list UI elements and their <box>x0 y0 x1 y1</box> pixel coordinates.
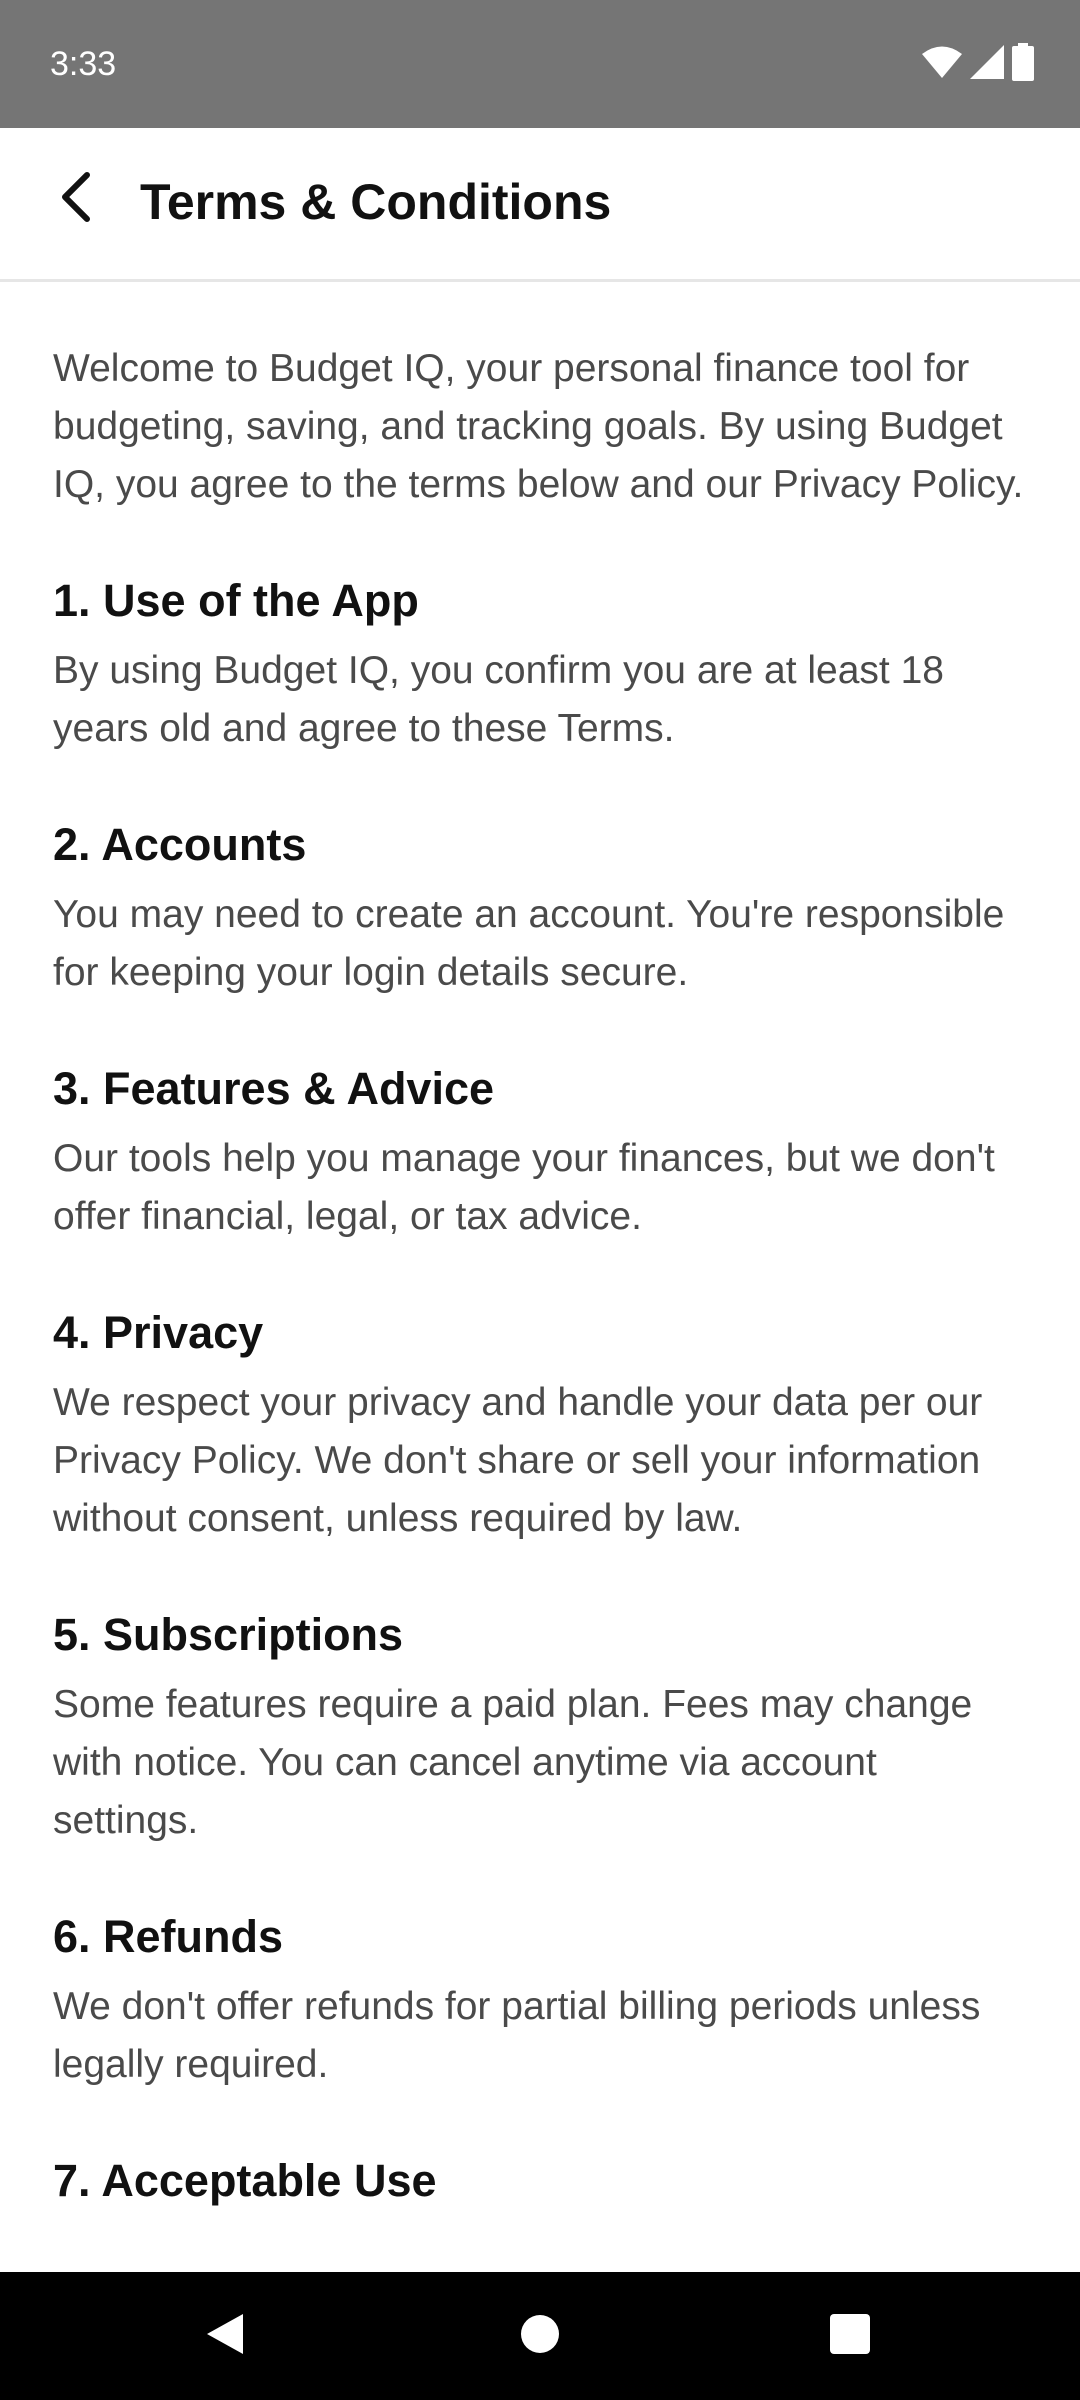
section-use-of-app: 1. Use of the App By using Budget IQ, yo… <box>53 572 1028 758</box>
nav-back-icon <box>205 2312 245 2361</box>
section-title: 6. Refunds <box>53 1911 284 1962</box>
section-body: You may need to create an account. You'r… <box>53 893 1005 994</box>
section-privacy: 4. Privacy We respect your privacy and h… <box>53 1304 1028 1548</box>
status-bar: 3:33 <box>0 0 1080 128</box>
section-title: 2. Accounts <box>53 819 307 870</box>
back-button[interactable] <box>40 164 110 234</box>
section-title: 1. Use of the App <box>53 575 419 626</box>
system-nav-bar <box>0 2272 1080 2400</box>
section-title: 3. Features & Advice <box>53 1063 495 1114</box>
app-bar: Terms & Conditions <box>0 128 1080 282</box>
terms-content[interactable]: Welcome to Budget IQ, your personal fina… <box>0 282 1080 2272</box>
section-body: By using Budget IQ, you confirm you are … <box>53 649 944 750</box>
wifi-icon <box>922 45 962 84</box>
section-accounts: 2. Accounts You may need to create an ac… <box>53 816 1028 1002</box>
battery-icon <box>1012 42 1034 86</box>
section-body: Our tools help you manage your finances,… <box>53 1137 995 1238</box>
terms-screen: 3:33 Terms & Conditions Welcome to Budge… <box>0 0 1080 2400</box>
intro-text: Welcome to Budget IQ, your personal fina… <box>53 347 1024 506</box>
status-icons <box>922 42 1034 86</box>
chevron-left-icon <box>55 171 95 228</box>
page-title: Terms & Conditions <box>140 174 612 230</box>
section-body: We respect your privacy and handle your … <box>53 1381 983 1540</box>
section-body: Some features require a paid plan. Fees … <box>53 1683 973 1842</box>
section-title: 4. Privacy <box>53 1307 264 1358</box>
section-refunds: 6. Refunds We don't offer refunds for pa… <box>53 1908 1028 2094</box>
nav-recents-button[interactable] <box>780 2272 920 2400</box>
nav-home-icon <box>520 2314 560 2359</box>
status-time: 3:33 <box>50 45 117 83</box>
section-title: 7. Acceptable Use <box>53 2155 437 2206</box>
section-features-advice: 3. Features & Advice Our tools help you … <box>53 1060 1028 1246</box>
section-subscriptions: 5. Subscriptions Some features require a… <box>53 1606 1028 1850</box>
cellular-signal-icon <box>970 44 1004 84</box>
nav-back-button[interactable] <box>155 2272 295 2400</box>
nav-home-button[interactable] <box>470 2272 610 2400</box>
section-acceptable-use: 7. Acceptable Use <box>53 2152 1028 2210</box>
section-title: 5. Subscriptions <box>53 1609 404 1660</box>
section-body: We don't offer refunds for partial billi… <box>53 1985 981 2086</box>
nav-recents-icon <box>830 2313 870 2359</box>
